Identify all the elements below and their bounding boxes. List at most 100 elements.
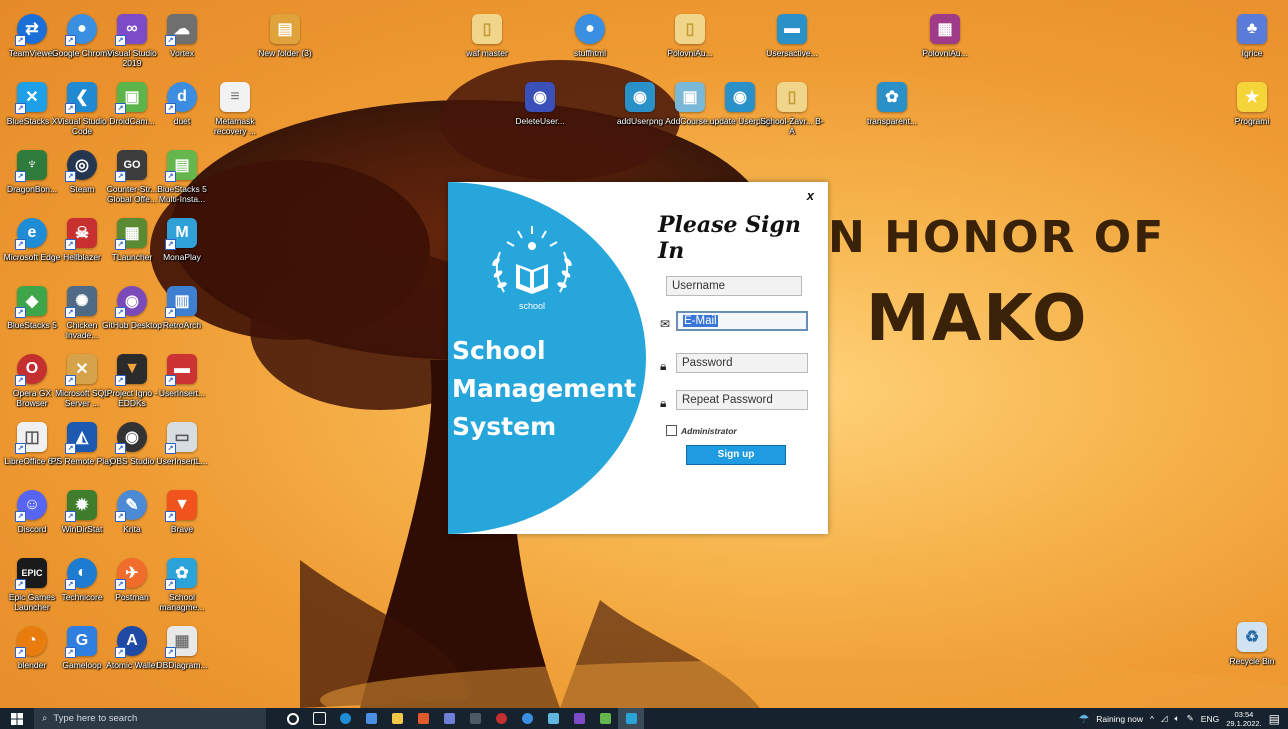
- icon-label: DBDiagram...: [156, 660, 208, 670]
- desktop-icon-deleteuser[interactable]: ◉ DeleteUser...: [510, 82, 570, 146]
- desktop-icon-retroarch[interactable]: ▥ ↗ RetroArch: [152, 286, 212, 350]
- taskbar-opera-icon[interactable]: [488, 708, 514, 729]
- taskbar-notepad-icon[interactable]: [540, 708, 566, 729]
- cortana-button[interactable]: [280, 708, 306, 729]
- form-title: Please Sign In: [658, 212, 801, 264]
- pen-icon[interactable]: ✎: [1187, 713, 1194, 724]
- chrome-html-icon: ●: [575, 14, 605, 44]
- desktop-icon-brave[interactable]: ▼ ↗ Brave: [152, 490, 212, 554]
- taskbar-search[interactable]: ⌕ Type here to search: [34, 708, 266, 729]
- image-file-icon: ◉: [525, 82, 555, 112]
- close-button[interactable]: x: [807, 188, 814, 203]
- image-file-icon: ◉: [625, 82, 655, 112]
- chevron-up-icon[interactable]: ^: [1150, 714, 1154, 724]
- app-title: School Management System: [452, 332, 636, 446]
- administrator-label: Administrator: [681, 425, 737, 436]
- task-view-button[interactable]: [306, 708, 332, 729]
- start-button[interactable]: [0, 708, 34, 729]
- icon-label: School-Zavr... B-A: [760, 116, 824, 136]
- taskbar-office-icon[interactable]: [410, 708, 436, 729]
- search-placeholder: Type here to search: [53, 713, 138, 724]
- desktop-icon-userinsertl[interactable]: ▭ ↗ UserInsertL...: [152, 422, 212, 486]
- blender-icon: ◔ ↗: [15, 626, 47, 658]
- desktop-icon-school-zavrsni[interactable]: ▯ School-Zavr... B-A: [760, 82, 824, 146]
- notifications-icon[interactable]: ▤: [1269, 712, 1280, 726]
- desktop-icon-new-folder[interactable]: ▤ New folder (3): [255, 14, 315, 78]
- desktop-icon-recycle-bin[interactable]: ♻ Recycle Bin: [1222, 622, 1282, 686]
- clock[interactable]: 03:54 29.1.2022.: [1226, 710, 1261, 728]
- taskbar-visual-studio-icon[interactable]: [566, 708, 592, 729]
- icon-label: BlueStacks 5 Multi-Insta...: [157, 184, 207, 204]
- desktop-icon-bluestacks-multi[interactable]: ▤ ↗ BlueStacks 5 Multi-Insta...: [152, 150, 212, 214]
- administrator-checkbox[interactable]: [666, 425, 677, 436]
- krita-icon: ✎ ↗: [115, 490, 147, 522]
- repeat-password-field[interactable]: Repeat Password: [676, 390, 808, 410]
- desktop-icon-update-userpng[interactable]: ◉ update Userpng: [710, 82, 770, 146]
- password-field[interactable]: Password: [676, 353, 808, 373]
- taskbar-edge-icon[interactable]: [332, 708, 358, 729]
- desktop-icon-transparent[interactable]: ✿ transparent...: [862, 82, 922, 146]
- monaplay-icon: M ↗: [165, 218, 197, 250]
- taskbar-xbox-icon[interactable]: [462, 708, 488, 729]
- image-file-icon: ✿: [877, 82, 907, 112]
- username-field[interactable]: Username: [666, 276, 802, 296]
- taskbar-teams-icon[interactable]: [436, 708, 462, 729]
- taskbar-school-app-icon[interactable]: [618, 708, 644, 729]
- desktop-icon-metamask-recovery[interactable]: ≡ Metamask recovery ...: [205, 82, 265, 146]
- icon-label: Metamask recovery ...: [213, 116, 257, 136]
- csgo-icon: GO ↗: [115, 150, 147, 182]
- icon-label: transparent...: [866, 116, 918, 126]
- desktop-icon-vortex[interactable]: ☁ ↗ Vortex: [152, 14, 212, 78]
- password-placeholder: Password: [682, 357, 733, 369]
- desktop-icon-waf-master[interactable]: ▯ waf master: [457, 14, 517, 78]
- username-placeholder: Username: [672, 280, 726, 292]
- icon-label: New folder (3): [258, 48, 312, 58]
- gameloop-icon: G ↗: [65, 626, 97, 658]
- taskbar-game-icon[interactable]: [592, 708, 618, 729]
- desktop-icon-igrice[interactable]: ♣ Igrice: [1222, 14, 1282, 78]
- administrator-option[interactable]: Administrator: [666, 425, 737, 436]
- app-title-line1: School: [452, 336, 546, 365]
- desktop-icon-dbdiagram[interactable]: ▦ ↗ DBDiagram...: [152, 626, 212, 690]
- icon-label: stuffhtml: [574, 48, 606, 58]
- folder-icon: ▯: [472, 14, 502, 44]
- desktop-icon-monaplay[interactable]: M ↗ MonaPlay: [152, 218, 212, 282]
- vortex-icon: ☁ ↗: [165, 14, 197, 46]
- desktop-icon-polovniau-folder[interactable]: ▯ PolovniAu...: [660, 14, 720, 78]
- weather-text[interactable]: Raining now: [1096, 714, 1143, 724]
- chicken-invaders-icon: ✺ ↗: [65, 286, 97, 318]
- image-file-icon: ◉: [725, 82, 755, 112]
- discord-icon: ☺ ↗: [15, 490, 47, 522]
- teamviewer-icon: ⇄ ↗: [15, 14, 47, 46]
- icon-label: Igrice: [1241, 48, 1263, 58]
- signup-button[interactable]: Sign up: [686, 445, 786, 465]
- icon-label: PolovniAu...: [667, 48, 713, 58]
- icon-label: PolovniAu...: [922, 48, 968, 58]
- email-field[interactable]: E-Mail: [676, 311, 808, 331]
- volume-icon[interactable]: 🔈︎: [1175, 713, 1180, 724]
- desktop-icon-duet[interactable]: d ↗ duet: [152, 82, 212, 146]
- desktop-icon-polovniau-archive[interactable]: ▦ PolovniAu...: [915, 14, 975, 78]
- taskbar-chrome-icon[interactable]: [514, 708, 540, 729]
- language-indicator[interactable]: ENG: [1201, 714, 1219, 724]
- dbdiagram-icon: ▦ ↗: [165, 626, 197, 658]
- desktop-icon-usersactive[interactable]: ▬ Usersactive...: [762, 14, 822, 78]
- opera-gx-icon: O ↗: [15, 354, 47, 386]
- userinsert-image-icon: ▬ ↗: [165, 354, 197, 386]
- wallpaper-line1: N HONOR OF: [828, 212, 1166, 263]
- desktop-icon-userinsert[interactable]: ▬ ↗ UserInsert...: [152, 354, 212, 418]
- games-folder-icon: ♣: [1237, 14, 1267, 44]
- winrar-archive-icon: ▦: [930, 14, 960, 44]
- taskbar-store-icon[interactable]: [358, 708, 384, 729]
- desktop-icon-programi[interactable]: ★ Programi: [1222, 82, 1282, 146]
- logo-text: school: [519, 301, 545, 311]
- tlauncher-icon: ▦ ↗: [115, 218, 147, 250]
- network-icon[interactable]: ◿: [1161, 713, 1168, 724]
- brave-icon: ▼ ↗: [165, 490, 197, 522]
- desktop-icon-stuffhtml[interactable]: ● stuffhtml: [560, 14, 620, 78]
- taskbar-explorer-icon[interactable]: [384, 708, 410, 729]
- school-logo-icon: school: [492, 226, 572, 311]
- desktop-icon-school-management[interactable]: ✿ ↗ School managme...: [152, 558, 212, 622]
- icon-label: MonaPlay: [163, 252, 201, 262]
- windirstat-icon: ✹ ↗: [65, 490, 97, 522]
